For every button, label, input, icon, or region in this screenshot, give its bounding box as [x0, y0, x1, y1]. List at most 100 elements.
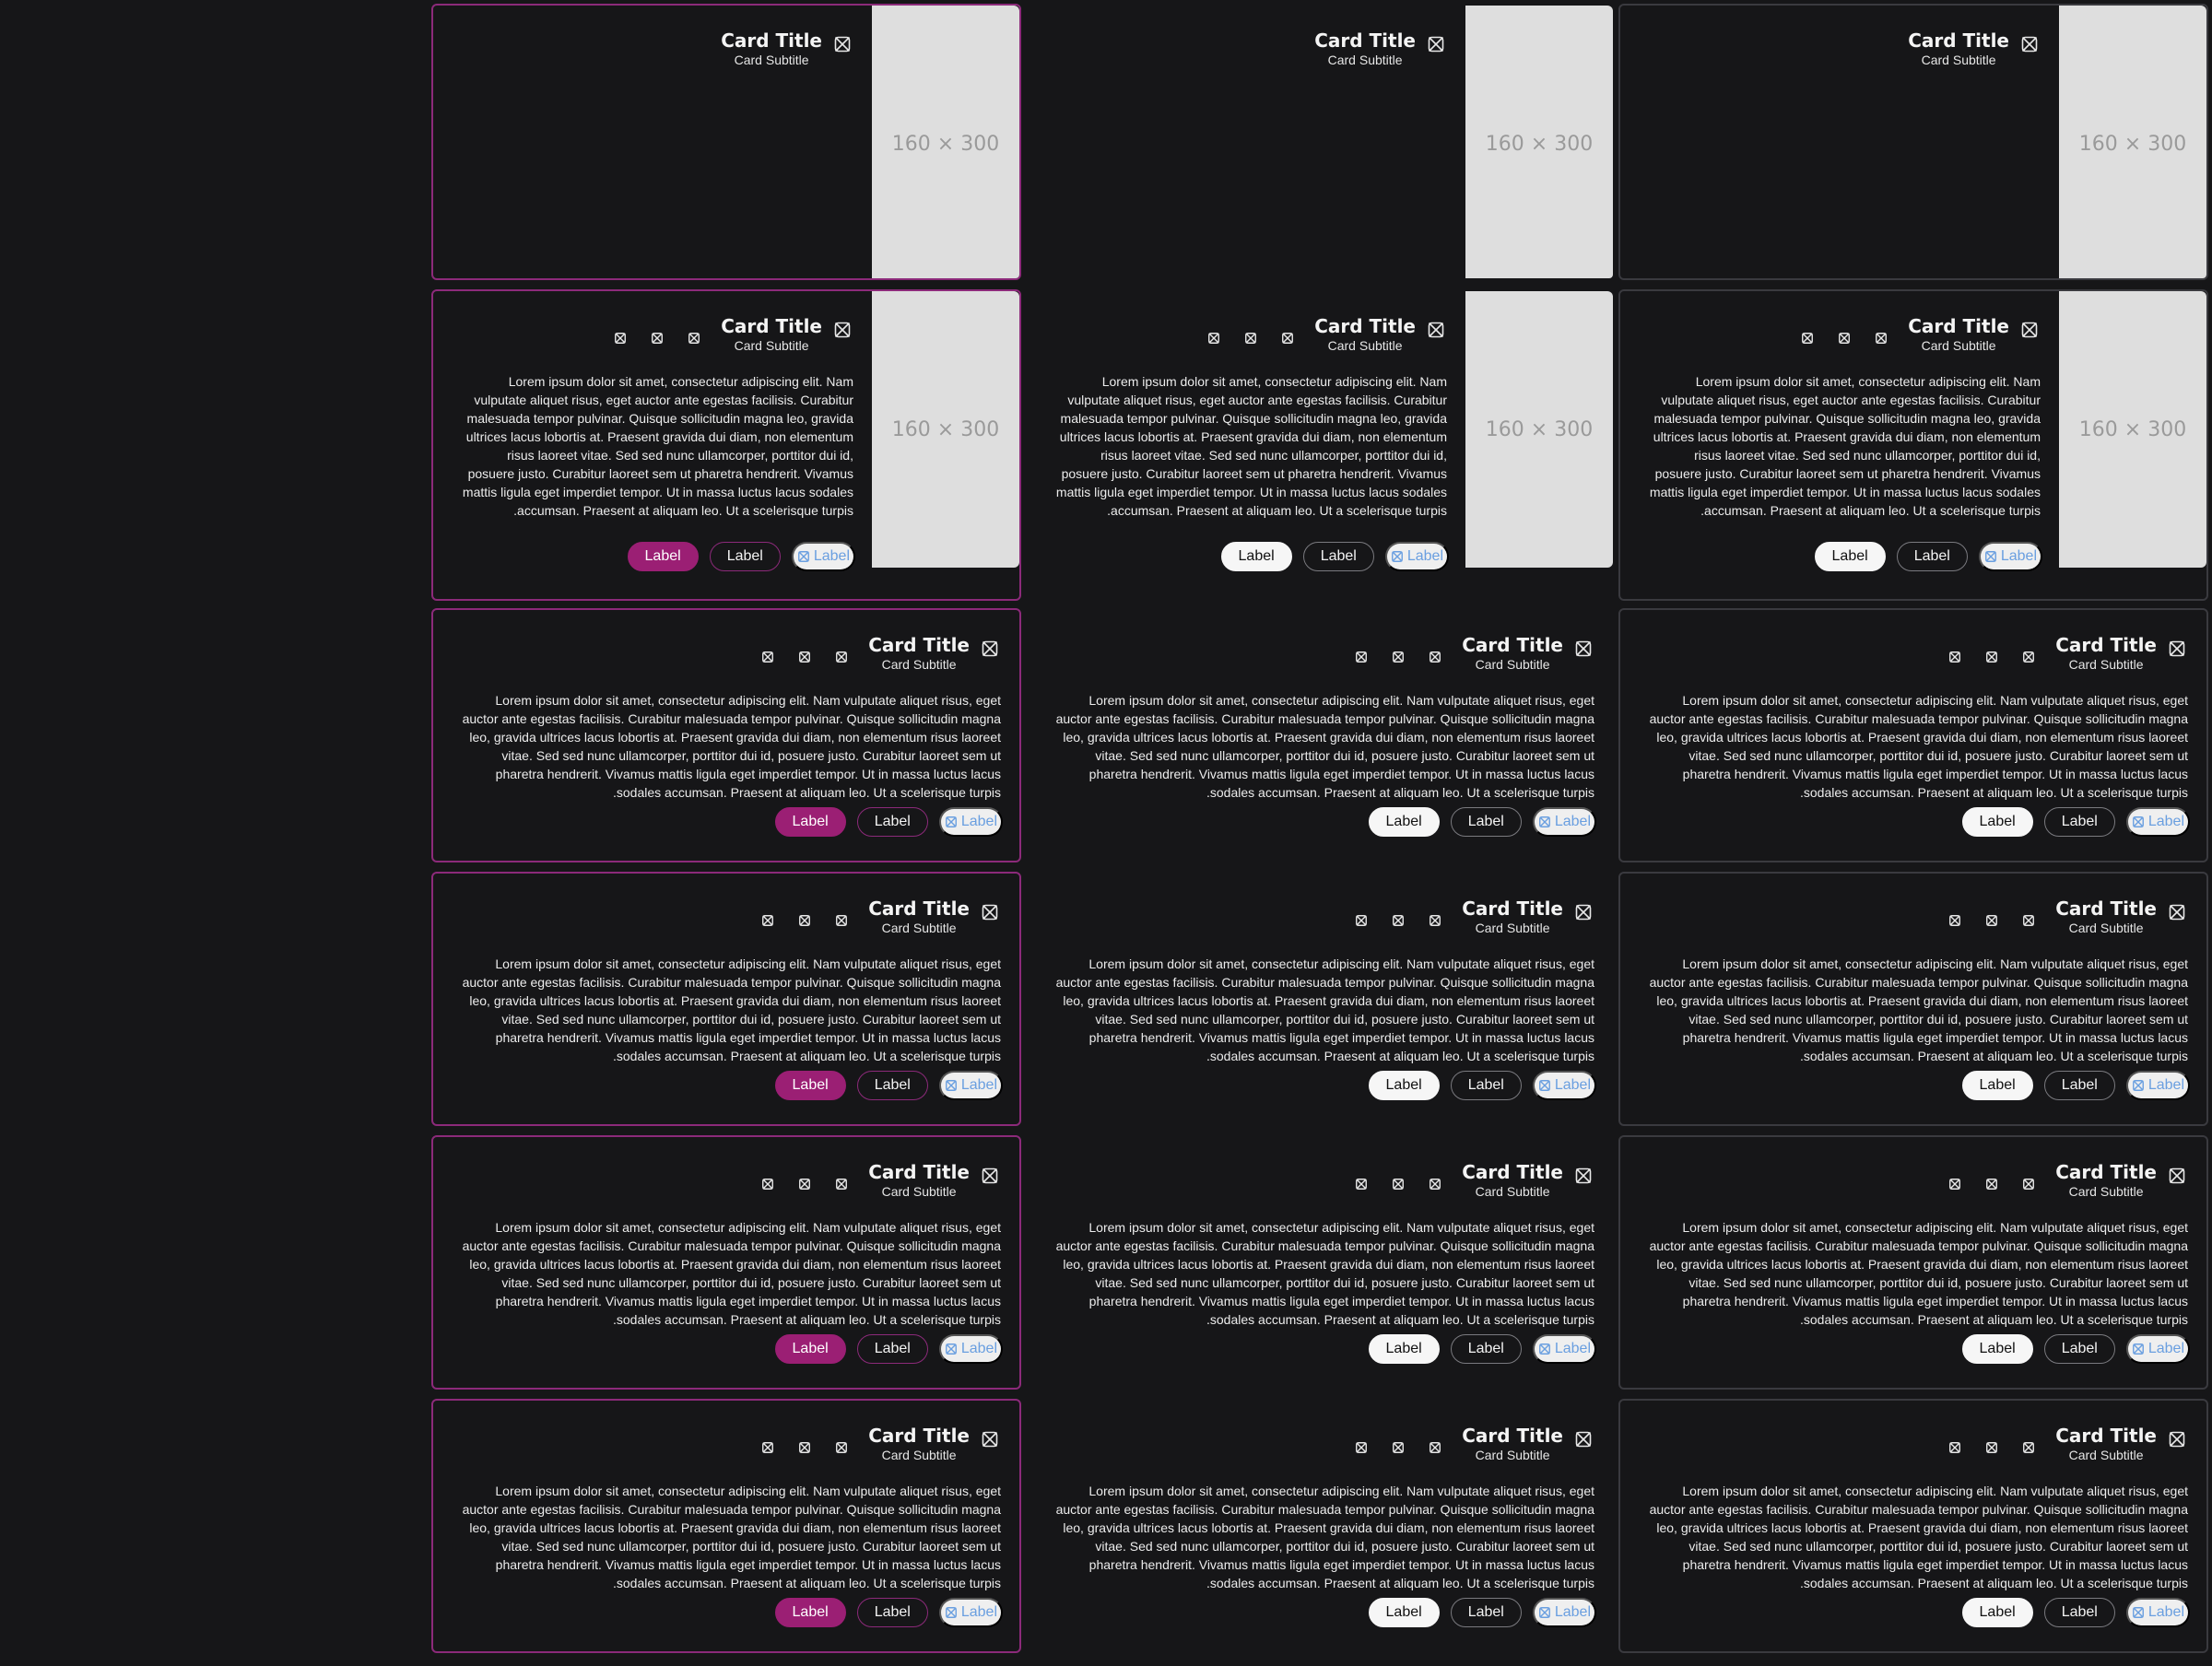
card-buttons: Label Label Label — [774, 1598, 1003, 1627]
text-button[interactable]: Label — [938, 1334, 1003, 1364]
action-placeholder-icon[interactable] — [793, 909, 817, 933]
outline-button[interactable]: Label — [1302, 542, 1374, 571]
action-placeholder-icon[interactable] — [756, 1436, 780, 1460]
action-placeholder-icon[interactable] — [2017, 645, 2041, 669]
action-placeholder-icon[interactable] — [830, 1436, 853, 1460]
text-button[interactable]: Label — [938, 1071, 1003, 1100]
action-placeholder-icon[interactable] — [1386, 909, 1410, 933]
text-button[interactable]: Label — [1532, 1598, 1596, 1627]
outline-button[interactable]: Label — [2043, 1598, 2115, 1627]
outline-button[interactable]: Label — [856, 1598, 928, 1627]
action-placeholder-icon[interactable] — [793, 645, 817, 669]
action-placeholder-icon[interactable] — [1980, 1436, 2004, 1460]
primary-button[interactable]: Label — [1368, 1598, 1440, 1627]
primary-button[interactable]: Label — [1814, 542, 1886, 571]
card-header: Card Title Card Subtitle — [1349, 898, 1596, 936]
primary-button[interactable]: Label — [1368, 807, 1440, 837]
primary-button[interactable]: Label — [1368, 1334, 1440, 1364]
action-placeholder-icon[interactable] — [1943, 645, 1967, 669]
action-placeholder-icon[interactable] — [645, 326, 669, 350]
action-placeholder-icon[interactable] — [608, 326, 632, 350]
action-placeholder-icon[interactable] — [2017, 1436, 2041, 1460]
text-button[interactable]: Label — [2125, 807, 2190, 837]
text-button[interactable]: Label — [2125, 1071, 2190, 1100]
action-placeholder-icon[interactable] — [1349, 645, 1373, 669]
action-placeholder-icon[interactable] — [1869, 326, 1893, 350]
card-subtitle: Card Subtitle — [1475, 921, 1550, 935]
action-placeholder-icon[interactable] — [1349, 909, 1373, 933]
action-placeholder-icon[interactable] — [793, 1436, 817, 1460]
action-placeholder-icon[interactable] — [1202, 326, 1226, 350]
text-button[interactable]: Label — [1978, 542, 2042, 571]
action-placeholder-icon[interactable] — [1980, 645, 2004, 669]
action-placeholder-icon[interactable] — [1386, 1172, 1410, 1196]
action-placeholder-icon[interactable] — [1423, 1436, 1447, 1460]
text-button[interactable]: Label — [791, 542, 855, 571]
action-placeholder-icon[interactable] — [2017, 1172, 2041, 1196]
action-placeholder-icon[interactable] — [682, 326, 706, 350]
text-button[interactable]: Label — [938, 807, 1003, 837]
text-button[interactable]: Label — [1532, 1071, 1596, 1100]
text-button[interactable]: Label — [938, 1598, 1003, 1627]
card-title: Card Title — [721, 29, 822, 52]
outline-button[interactable]: Label — [1896, 542, 1968, 571]
action-placeholder-icon[interactable] — [1349, 1436, 1373, 1460]
primary-button[interactable]: Label — [1961, 1598, 2033, 1627]
action-placeholder-icon[interactable] — [1386, 645, 1410, 669]
primary-button[interactable]: Label — [1961, 807, 2033, 837]
action-placeholder-icon[interactable] — [1239, 326, 1263, 350]
card-subtitle: Card Subtitle — [2068, 921, 2144, 935]
outline-button[interactable]: Label — [2043, 1334, 2115, 1364]
outline-button[interactable]: Label — [2043, 807, 2115, 837]
action-placeholder-icon[interactable] — [1276, 326, 1300, 350]
card-buttons: Label Label Label — [774, 807, 1003, 837]
primary-button[interactable]: Label — [774, 1334, 846, 1364]
outline-button[interactable]: Label — [856, 807, 928, 837]
text-button-label: Label — [960, 1077, 997, 1093]
primary-button[interactable]: Label — [774, 1071, 846, 1100]
action-placeholder-icon[interactable] — [756, 1172, 780, 1196]
primary-button[interactable]: Label — [1961, 1071, 2033, 1100]
outline-button[interactable]: Label — [709, 542, 781, 571]
action-placeholder-icon[interactable] — [1943, 909, 1967, 933]
action-placeholder-icon[interactable] — [830, 645, 853, 669]
primary-button[interactable]: Label — [1220, 542, 1292, 571]
outline-button[interactable]: Label — [1450, 1334, 1522, 1364]
action-placeholder-icon[interactable] — [1423, 909, 1447, 933]
primary-button[interactable]: Label — [774, 1598, 846, 1627]
text-button[interactable]: Label — [1384, 542, 1449, 571]
outline-button[interactable]: Label — [1450, 1071, 1522, 1100]
action-placeholder-icon[interactable] — [793, 1172, 817, 1196]
action-placeholder-icon[interactable] — [1832, 326, 1856, 350]
action-placeholder-icon[interactable] — [2017, 909, 2041, 933]
action-placeholder-icon[interactable] — [1980, 1172, 2004, 1196]
text-button[interactable]: Label — [1532, 1334, 1596, 1364]
action-placeholder-icon[interactable] — [756, 645, 780, 669]
action-placeholder-icon[interactable] — [830, 909, 853, 933]
text-button-label: Label — [2147, 814, 2184, 829]
card-actions — [1795, 326, 1893, 350]
outline-button[interactable]: Label — [2043, 1071, 2115, 1100]
text-button[interactable]: Label — [2125, 1598, 2190, 1627]
action-placeholder-icon[interactable] — [1795, 326, 1819, 350]
action-placeholder-icon[interactable] — [830, 1172, 853, 1196]
placeholder-icon — [2132, 1079, 2145, 1092]
outline-button[interactable]: Label — [1450, 1598, 1522, 1627]
action-placeholder-icon[interactable] — [1423, 645, 1447, 669]
text-button[interactable]: Label — [2125, 1334, 2190, 1364]
action-placeholder-icon[interactable] — [1943, 1436, 1967, 1460]
primary-button[interactable]: Label — [1368, 1071, 1440, 1100]
action-placeholder-icon[interactable] — [756, 909, 780, 933]
action-placeholder-icon[interactable] — [1349, 1172, 1373, 1196]
action-placeholder-icon[interactable] — [1980, 909, 2004, 933]
action-placeholder-icon[interactable] — [1386, 1436, 1410, 1460]
outline-button[interactable]: Label — [1450, 807, 1522, 837]
primary-button[interactable]: Label — [627, 542, 699, 571]
text-button[interactable]: Label — [1532, 807, 1596, 837]
outline-button[interactable]: Label — [856, 1334, 928, 1364]
outline-button[interactable]: Label — [856, 1071, 928, 1100]
primary-button[interactable]: Label — [774, 807, 846, 837]
action-placeholder-icon[interactable] — [1943, 1172, 1967, 1196]
primary-button[interactable]: Label — [1961, 1334, 2033, 1364]
action-placeholder-icon[interactable] — [1423, 1172, 1447, 1196]
